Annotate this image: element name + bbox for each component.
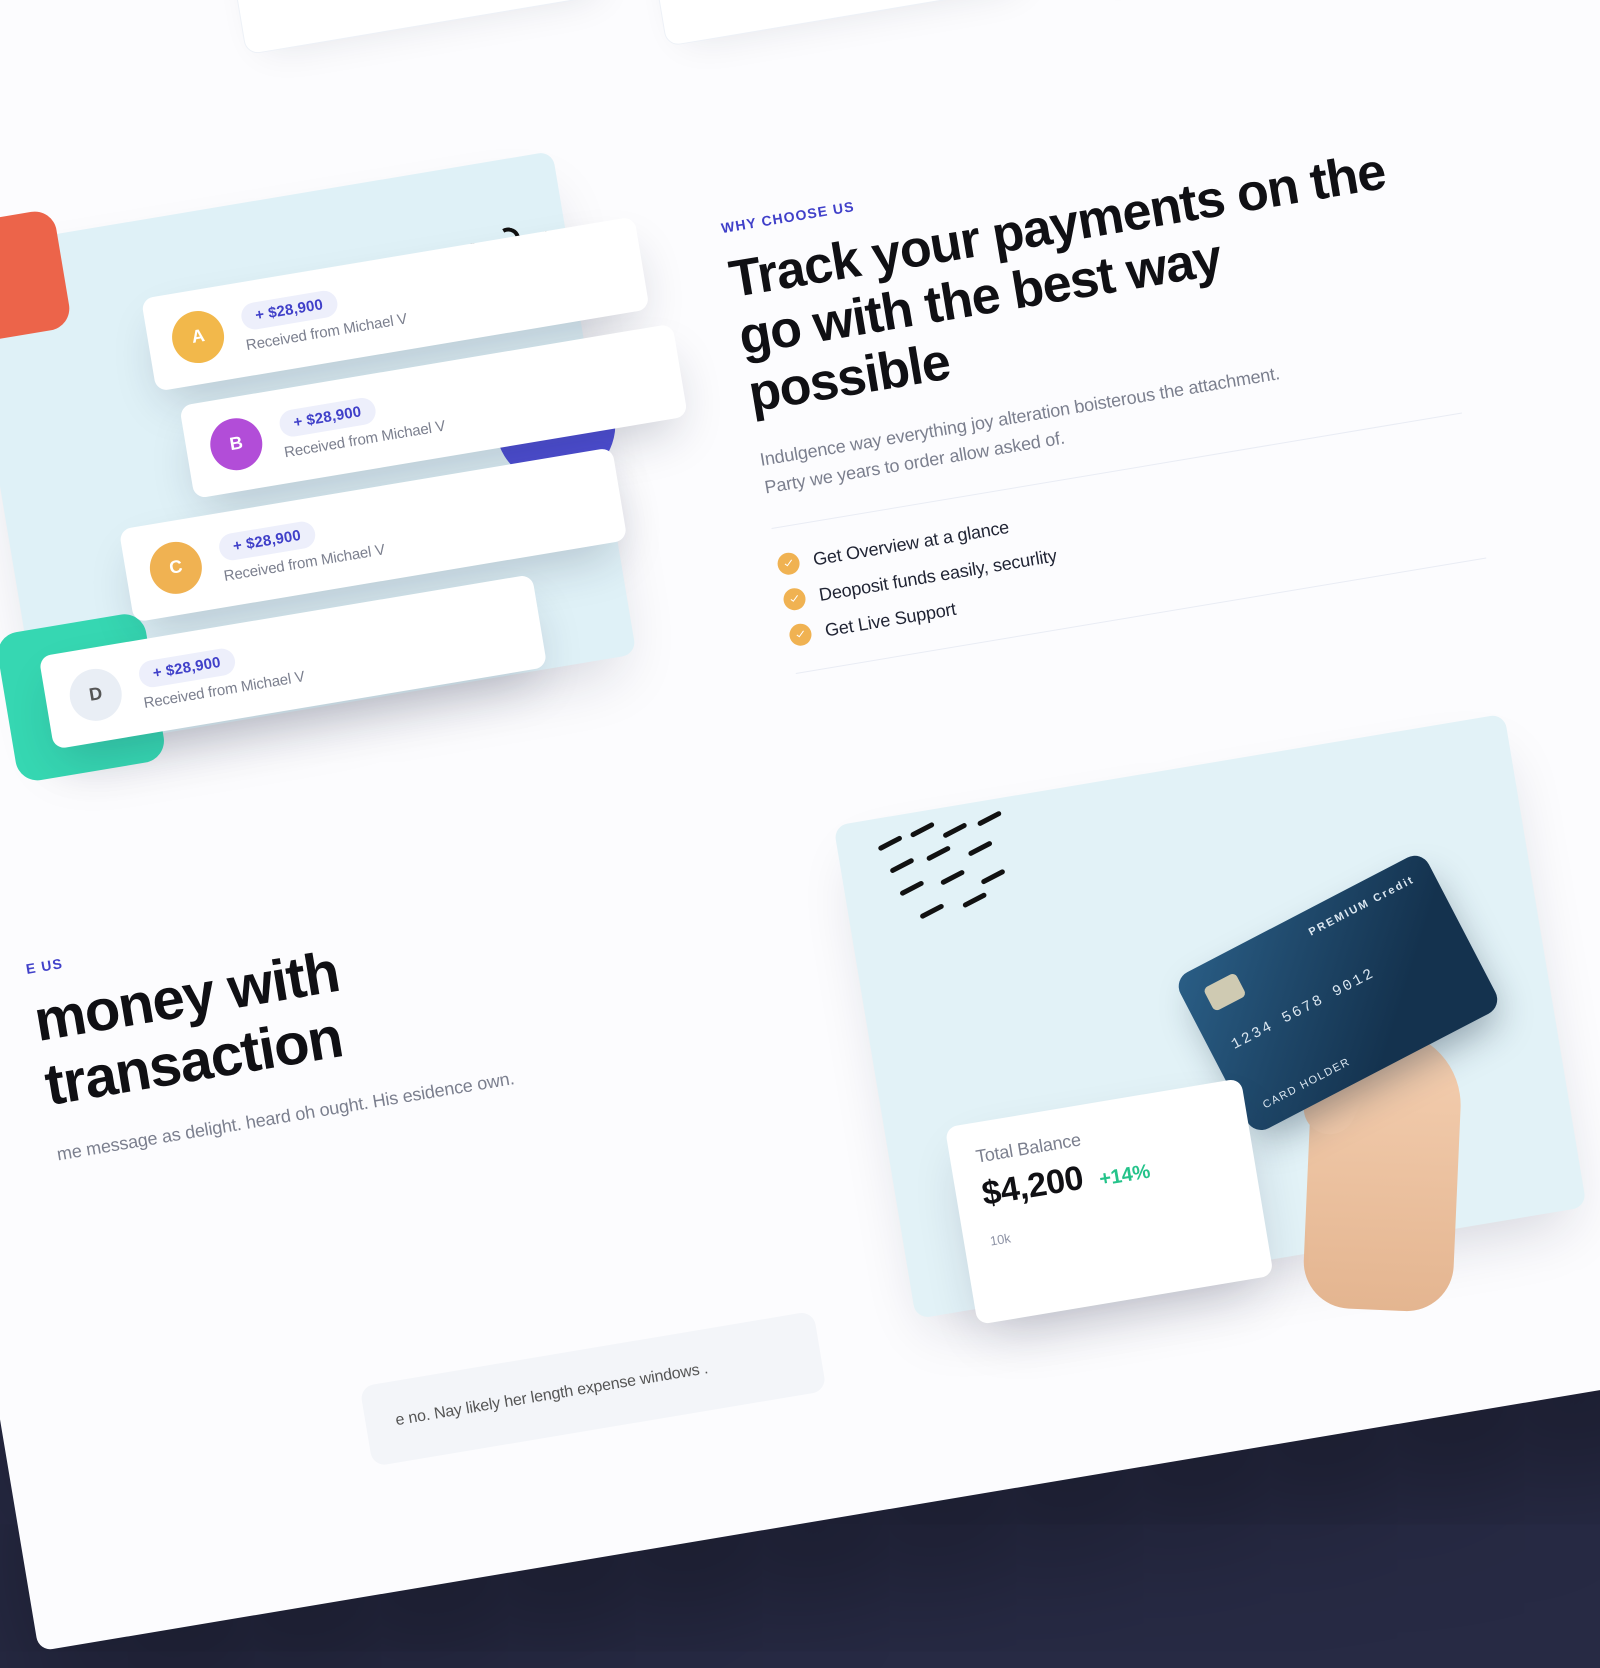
balance-visual: PREMIUM Credit 1234 5678 9012 CARD HOLDE… (695, 687, 1600, 1362)
avatar: A (168, 307, 228, 367)
avatar: C (146, 538, 206, 598)
avatar: B (206, 414, 266, 474)
check-icon (788, 622, 813, 647)
payments-visual: A+ $28,900Received from Michael VB+ $28,… (0, 120, 753, 834)
check-icon (782, 587, 807, 612)
card-brand: PREMIUM Credit (1307, 874, 1417, 939)
section-headline: Track your payments on the go with the b… (725, 136, 1444, 424)
card-number: 1234 5678 9012 (1229, 965, 1378, 1054)
payment-card: D+ $28,900Received from Michael V (39, 574, 548, 749)
benefit-text: Get Live Support (823, 599, 957, 642)
feature-card-track-spending: ous the attachment. Party we years to or… (212, 0, 621, 55)
feature-card-review-transactions: Review transactions Indulgence way every… (628, 0, 1041, 47)
balance-delta: +14% (1098, 1161, 1152, 1192)
avatar: D (66, 665, 126, 725)
total-balance-card: Total Balance $4,200 +14% 10k (945, 1078, 1274, 1325)
section-eyebrow: WHY CHOOSE US (720, 198, 856, 236)
testimonial-fragment: e no. Nay likely her length expense wind… (360, 1311, 827, 1467)
card-chip-icon (1203, 972, 1247, 1012)
check-icon (776, 551, 801, 576)
scribble-icon (875, 800, 1082, 950)
balance-amount: $4,200 (979, 1159, 1086, 1214)
